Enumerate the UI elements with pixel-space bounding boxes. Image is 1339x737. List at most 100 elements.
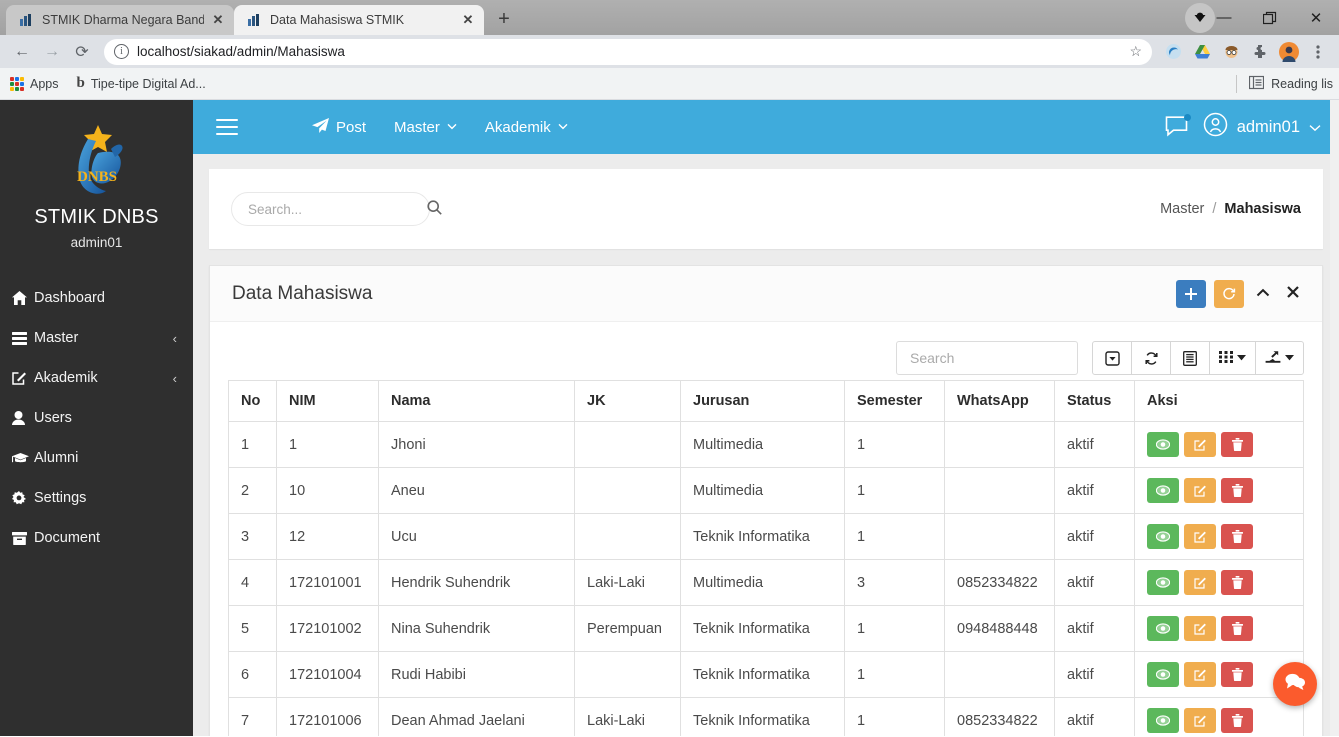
table-row[interactable]: 4 172101001 Hendrik Suhendrik Laki-Laki Mult…	[228, 559, 1304, 606]
tab-close-icon[interactable]: ✕	[460, 12, 476, 28]
row-actions	[1147, 524, 1291, 549]
panel-close-button[interactable]	[1282, 285, 1304, 302]
fullscreen-button[interactable]	[1092, 341, 1132, 375]
table-row[interactable]: 3 12 Ucu Teknik Informatika 1 aktif	[228, 513, 1304, 560]
view-action[interactable]	[1147, 708, 1179, 733]
sidebar-item-settings[interactable]: Settings	[0, 478, 193, 518]
navbar-item-akademik[interactable]: Akademik	[471, 100, 582, 154]
table-row[interactable]: 2 10 Aneu Multimedia 1 aktif	[228, 467, 1304, 514]
profile-avatar-icon[interactable]	[1276, 39, 1302, 65]
window-maximize-button[interactable]	[1247, 0, 1293, 35]
navbar-item-master[interactable]: Master	[380, 100, 471, 154]
view-action[interactable]	[1147, 616, 1179, 641]
reading-list-button[interactable]: Reading lis	[1236, 74, 1333, 93]
cell-jurusan: Teknik Informatika	[680, 513, 845, 560]
edit-action[interactable]	[1184, 478, 1216, 503]
url-text: localhost/siakad/admin/Mahasiswa	[137, 44, 345, 59]
edit-action[interactable]	[1184, 432, 1216, 457]
view-action[interactable]	[1147, 478, 1179, 503]
back-button[interactable]: ←	[8, 38, 36, 66]
hamburger-icon[interactable]	[216, 119, 238, 135]
tab-close-icon[interactable]: ✕	[210, 12, 226, 28]
edit-action[interactable]	[1184, 570, 1216, 595]
panel-collapse-button[interactable]	[1252, 285, 1274, 302]
table-row[interactable]: 7 172101006 Dean Ahmad Jaelani Laki-Laki Tek…	[228, 697, 1304, 736]
column-header-semester[interactable]: Semester	[844, 380, 945, 422]
column-header-whatsapp[interactable]: WhatsApp	[944, 380, 1055, 422]
site-info-icon[interactable]: i	[114, 44, 129, 59]
table-search-input[interactable]	[908, 349, 1066, 367]
table-row[interactable]: 6 172101004 Rudi Habibi Teknik Informatika 1…	[228, 651, 1304, 698]
table-refresh-button[interactable]	[1131, 341, 1171, 375]
sidebar-item-master[interactable]: Master ‹	[0, 318, 193, 358]
view-action[interactable]	[1147, 570, 1179, 595]
bookmark-tipe-tipe[interactable]: b Tipe-tipe Digital Ad...	[77, 75, 206, 92]
delete-action[interactable]	[1221, 616, 1253, 641]
sidebar-item-akademik[interactable]: Akademik ‹	[0, 358, 193, 398]
new-tab-button[interactable]: +	[490, 5, 518, 33]
page-scrollbar[interactable]	[1330, 100, 1339, 736]
delete-action[interactable]	[1221, 432, 1253, 457]
column-header-aksi[interactable]: Aksi	[1134, 380, 1304, 422]
browser-tab-2[interactable]: Data Mahasiswa STMIK ✕	[234, 5, 484, 35]
bookmark-apps[interactable]: Apps	[10, 76, 59, 91]
edit-action[interactable]	[1184, 524, 1216, 549]
edit-action[interactable]	[1184, 662, 1216, 687]
sidebar-item-document[interactable]: Document	[0, 518, 193, 558]
kebab-menu-icon[interactable]	[1305, 39, 1331, 65]
export-button[interactable]	[1255, 341, 1304, 375]
view-action[interactable]	[1147, 432, 1179, 457]
detail-view-button[interactable]	[1170, 341, 1210, 375]
drive-icon[interactable]	[1189, 39, 1215, 65]
delete-action[interactable]	[1221, 662, 1253, 687]
column-header-status[interactable]: Status	[1054, 380, 1135, 422]
column-header-nama[interactable]: Nama	[378, 380, 575, 422]
edit-action[interactable]	[1184, 708, 1216, 733]
delete-action[interactable]	[1221, 708, 1253, 733]
cell-no: 1	[228, 421, 277, 468]
page-viewport: DNBS STMIK DNBS admin01 Dashboard Master…	[0, 100, 1339, 736]
view-action[interactable]	[1147, 662, 1179, 687]
delete-action[interactable]	[1221, 570, 1253, 595]
sidebar-item-users[interactable]: Users	[0, 398, 193, 438]
search-icon[interactable]	[427, 200, 442, 218]
sidebar-item-dashboard[interactable]: Dashboard	[0, 278, 193, 318]
user-menu[interactable]: admin01	[1203, 112, 1321, 142]
bookmark-star-icon[interactable]: ☆	[1129, 43, 1142, 60]
columns-button[interactable]	[1209, 341, 1256, 375]
window-minimize-button[interactable]: —	[1201, 0, 1247, 35]
reload-button[interactable]: ⟳	[68, 38, 96, 66]
global-search[interactable]	[231, 192, 442, 226]
column-header-jk[interactable]: JK	[574, 380, 681, 422]
column-header-no[interactable]: No	[228, 380, 277, 422]
puzzle-icon[interactable]	[1247, 39, 1273, 65]
address-bar[interactable]: i localhost/siakad/admin/Mahasiswa ☆	[104, 38, 1152, 65]
add-button[interactable]	[1176, 279, 1206, 308]
browser-tab-1[interactable]: STMIK Dharma Negara Bandung ✕	[6, 5, 234, 35]
view-action[interactable]	[1147, 524, 1179, 549]
cell-no: 2	[228, 467, 277, 514]
caret-down-icon	[1237, 353, 1246, 363]
edit-action[interactable]	[1184, 616, 1216, 641]
window-close-button[interactable]: ✕	[1293, 0, 1339, 35]
search-input[interactable]	[246, 200, 427, 218]
navbar-item-post[interactable]: Post	[298, 100, 380, 154]
chat-bubble-icon[interactable]	[1165, 114, 1191, 139]
chat-fab-button[interactable]	[1273, 662, 1317, 706]
edge-icon[interactable]	[1160, 39, 1186, 65]
breadcrumb-parent[interactable]: Master	[1160, 201, 1204, 217]
column-header-jurusan[interactable]: Jurusan	[680, 380, 845, 422]
forward-button[interactable]: →	[38, 38, 66, 66]
column-header-nim[interactable]: NIM	[276, 380, 379, 422]
delete-action[interactable]	[1221, 478, 1253, 503]
table-row[interactable]: 1 1 Jhoni Multimedia 1 aktif	[228, 421, 1304, 468]
sidebar-item-label: Users	[34, 410, 72, 426]
user-icon	[12, 411, 34, 425]
table-search[interactable]	[896, 341, 1078, 375]
avatar-extension-icon[interactable]	[1218, 39, 1244, 65]
sidebar-item-alumni[interactable]: Alumni	[0, 438, 193, 478]
reading-list-label: Reading lis	[1271, 76, 1333, 91]
table-row[interactable]: 5 172101002 Nina Suhendrik Perempuan Teknik …	[228, 605, 1304, 652]
delete-action[interactable]	[1221, 524, 1253, 549]
panel-refresh-button[interactable]	[1214, 279, 1244, 308]
